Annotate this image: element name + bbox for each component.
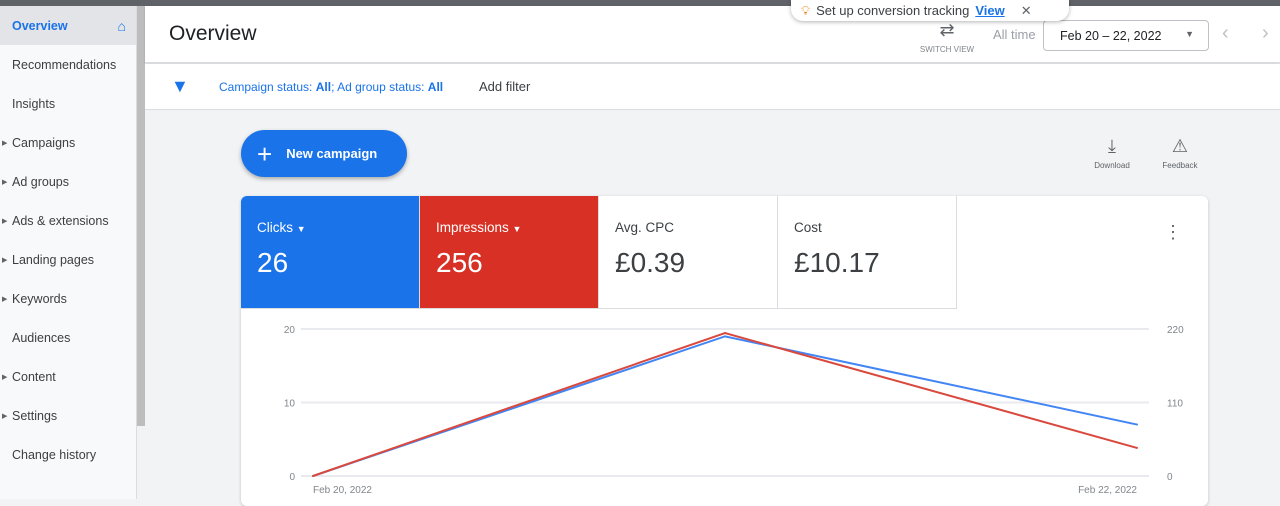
performance-chart: 0 10 20 0 110 220 Feb 20, 2022 Feb 22, 2022 (284, 325, 1184, 496)
sidebar-item-label: Campaigns (12, 135, 76, 150)
sidebar-item-label: Change history (12, 447, 97, 462)
right-axis-tick: 110 (1167, 399, 1183, 410)
switch-view-button[interactable]: ⇄ SWITCH VIEW (917, 20, 977, 54)
ad-group-status-label: ; Ad group status: (331, 80, 428, 94)
ad-group-status-value: All (427, 80, 444, 94)
metric-clicks[interactable]: Clicks ▼ 26 (241, 196, 420, 309)
campaign-status-value: All (315, 80, 332, 94)
metric-avg-cpc[interactable]: Avg. CPC £0.39 (599, 196, 778, 309)
active-filters[interactable]: Campaign status: All; Ad group status: A… (219, 80, 443, 94)
sidebar-item-label: Ads & extensions (12, 213, 109, 228)
right-axis-tick: 220 (1167, 325, 1184, 336)
sidebar-item-label: Keywords (12, 291, 67, 306)
data-point-clicks (724, 335, 726, 338)
sidebar-item-label: Ad groups (12, 174, 69, 189)
data-point-impressions (724, 332, 726, 335)
sidebar-item-label: Settings (12, 408, 58, 423)
sidebar-item-label: Content (12, 369, 56, 384)
series-line-clicks (312, 335, 1138, 477)
sidebar-item-label: Landing pages (12, 252, 95, 267)
expand-caret-icon: ▶ (2, 256, 8, 264)
expand-caret-icon: ▶ (2, 412, 8, 420)
download-label: Download (1094, 161, 1130, 170)
sidebar-item-recommendations[interactable]: Recommendations (0, 45, 136, 84)
feedback-label: Feedback (1162, 161, 1198, 170)
download-icon: ⤓ (1108, 136, 1116, 156)
sidebar-item-label: Audiences (12, 330, 71, 345)
x-axis-tick: Feb 22, 2022 (1078, 485, 1137, 496)
sidebar-item-landing-pages[interactable]: ▶ Landing pages (0, 240, 136, 279)
sidebar-item-content[interactable]: ▶ Content (0, 357, 136, 396)
sidebar-item-campaigns[interactable]: ▶ Campaigns (0, 123, 136, 162)
plus-icon: + (257, 138, 273, 169)
sidebar-item-label: Insights (12, 96, 56, 111)
series-line-impressions (312, 331, 1138, 477)
expand-caret-icon: ▶ (2, 217, 8, 225)
add-filter-button[interactable]: Add filter (479, 79, 530, 94)
date-range-picker[interactable]: Feb 20 – 22, 2022 ▼ (1043, 20, 1209, 51)
toast-text: Set up conversion tracking (816, 3, 970, 18)
sidebar-item-ads-extensions[interactable]: ▶ Ads & extensions (0, 201, 136, 240)
metric-value: 256 (436, 247, 483, 278)
sidebar-item-change-history[interactable]: Change history (0, 435, 136, 474)
toast-view-link[interactable]: View (975, 3, 1004, 18)
metric-label: Clicks (257, 220, 293, 235)
performance-card: Clicks ▼ 26 Impressions ▼ 256 Avg. CPC £0.3… (241, 196, 1208, 506)
feedback-button[interactable]: ⚠︎ Feedback (1155, 136, 1205, 170)
data-point-clicks (1136, 423, 1138, 426)
campaign-status-label: Campaign status: (219, 80, 316, 94)
close-icon[interactable]: ✕ (1021, 3, 1032, 19)
sidebar-item-audiences[interactable]: Audiences (0, 318, 136, 357)
lightbulb-icon: 💡︎ (801, 2, 811, 18)
metric-value: 26 (257, 247, 289, 278)
sidebar-item-label: Overview (12, 18, 68, 33)
sidebar-item-ad-groups[interactable]: ▶ Ad groups (0, 162, 136, 201)
right-axis-tick: 0 (1167, 472, 1173, 483)
x-axis-tick: Feb 20, 2022 (313, 485, 372, 496)
page-header: Overview ⇄ SWITCH VIEW All time Feb 20 –… (145, 6, 1280, 63)
page-title: Overview (169, 22, 257, 45)
date-range-value: Feb 20 – 22, 2022 (1060, 29, 1162, 43)
switch-view-label: SWITCH VIEW (919, 45, 975, 54)
metric-label: Cost (794, 220, 822, 235)
new-campaign-button[interactable]: + New campaign (241, 130, 407, 177)
home-icon: ⌂ (117, 18, 126, 34)
switch-view-icon: ⇄ (939, 20, 955, 40)
sidebar-item-label: Recommendations (12, 57, 117, 72)
sidebar-item-overview[interactable]: Overview ⌂ (0, 6, 136, 45)
expand-caret-icon: ▶ (2, 373, 8, 381)
sidebar-scrollbar[interactable] (137, 6, 145, 426)
left-axis-tick: 0 (289, 472, 295, 483)
expand-caret-icon: ▶ (2, 178, 8, 186)
filter-bar: ▼ Campaign status: All; Ad group status:… (145, 64, 1280, 110)
expand-caret-icon: ▶ (2, 295, 8, 303)
data-point-impressions (1136, 446, 1138, 449)
filter-icon[interactable]: ▼ (171, 76, 189, 97)
sidebar-item-keywords[interactable]: ▶ Keywords (0, 279, 136, 318)
download-button[interactable]: ⤓ Download (1087, 136, 1137, 170)
dropdown-arrow-icon: ▼ (296, 224, 306, 234)
left-axis-tick: 20 (284, 325, 296, 336)
metric-value: £10.17 (794, 247, 880, 278)
dropdown-arrow-icon: ▼ (512, 224, 522, 234)
sidebar: Overview ⌂ Recommendations Insights ▶ Campaig… (0, 6, 137, 499)
all-time-label: All time (993, 27, 1036, 42)
sidebar-item-settings[interactable]: ▶ Settings (0, 396, 136, 435)
next-period-button[interactable]: › (1262, 22, 1269, 45)
conversion-tracking-toast: 💡︎ Set up conversion tracking View ✕ (791, 0, 1069, 21)
more-options-icon[interactable]: ⋮ (1164, 222, 1182, 243)
metric-cost[interactable]: Cost £10.17 (778, 196, 957, 309)
metric-value: £0.39 (615, 247, 686, 278)
feedback-icon: ⚠︎ (1171, 136, 1189, 156)
new-campaign-label: New campaign (286, 146, 378, 161)
left-axis-tick: 10 (284, 399, 296, 410)
metric-impressions[interactable]: Impressions ▼ 256 (420, 196, 599, 309)
metric-label: Impressions (436, 220, 509, 235)
metric-label: Avg. CPC (615, 220, 675, 235)
previous-period-button[interactable]: ‹ (1222, 22, 1229, 45)
expand-caret-icon: ▶ (2, 139, 8, 147)
sidebar-item-insights[interactable]: Insights (0, 84, 136, 123)
dropdown-arrow-icon: ▼ (1185, 29, 1194, 39)
data-point-impressions (312, 475, 314, 477)
